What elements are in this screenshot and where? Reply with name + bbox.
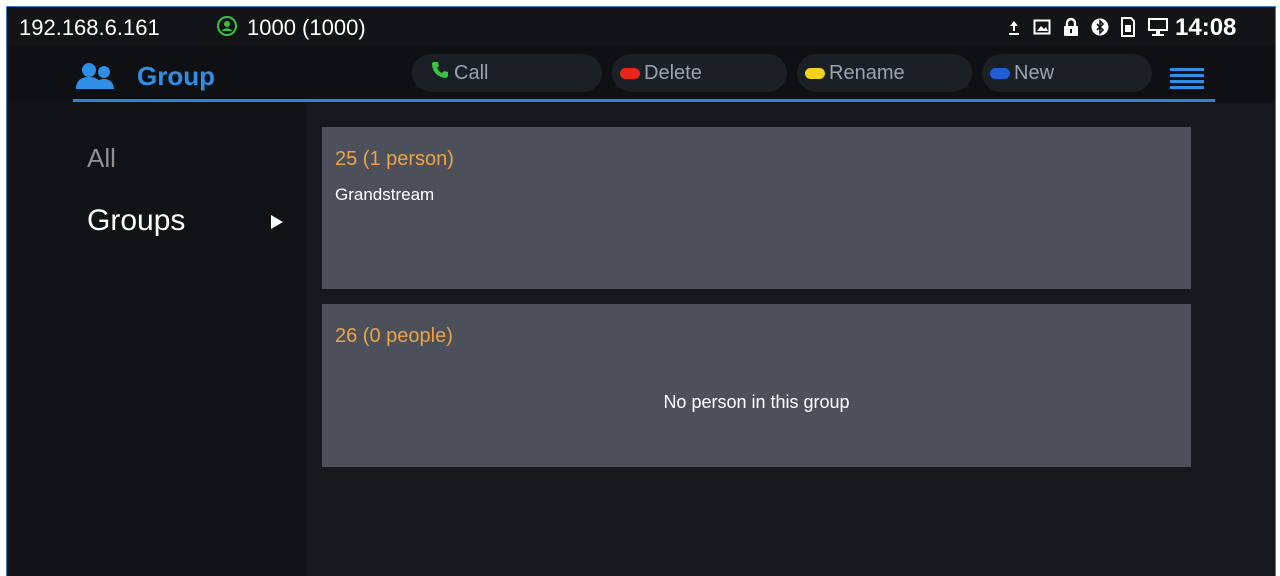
lock-icon <box>1063 17 1079 37</box>
clock: 14:08 <box>1175 14 1237 41</box>
red-key-indicator <box>620 67 640 79</box>
rename-button-label: Rename <box>829 61 905 84</box>
bluetooth-icon <box>1091 18 1109 36</box>
page-title: Group <box>137 61 215 91</box>
phone-screen: 192.168.6.161 1000 (1000) 14:08 Group Ca… <box>6 6 1276 576</box>
sim-icon <box>1121 17 1135 37</box>
upload-icon <box>1007 18 1021 36</box>
selected-arrow-icon <box>269 213 285 236</box>
network-icon <box>1147 17 1169 37</box>
sidebar: All Groups <box>7 103 307 576</box>
group-list: 25 (1 person) Grandstream 26 (0 people) … <box>307 103 1275 576</box>
call-button-label: Call <box>454 61 489 84</box>
group-title: 26 (0 people) <box>335 325 453 347</box>
account-label: 1000 (1000) <box>247 15 366 40</box>
app-header: Group Call Delete Rename New <box>7 45 1275 103</box>
new-button-label: New <box>1014 61 1055 84</box>
new-button[interactable]: New <box>982 54 1152 92</box>
delete-button[interactable]: Delete <box>612 54 787 92</box>
header-divider <box>73 99 1215 102</box>
blue-key-indicator <box>990 67 1010 79</box>
status-bar: 192.168.6.161 1000 (1000) 14:08 <box>7 7 1275 45</box>
account-status-icon <box>217 16 237 36</box>
image-icon <box>1033 18 1051 36</box>
status-icons <box>1007 16 1169 38</box>
group-card[interactable]: 26 (0 people) No person in this group <box>322 304 1191 467</box>
group-icon <box>73 61 129 96</box>
sidebar-item-all[interactable]: All <box>87 143 116 174</box>
phone-icon <box>430 60 450 86</box>
menu-icon[interactable] <box>1170 67 1204 91</box>
call-button[interactable]: Call <box>412 54 602 92</box>
empty-group-message: No person in this group <box>663 392 850 412</box>
rename-button[interactable]: Rename <box>797 54 972 92</box>
yellow-key-indicator <box>805 67 825 79</box>
sidebar-item-groups[interactable]: Groups <box>87 204 185 238</box>
group-title: 25 (1 person) <box>335 148 454 170</box>
group-member: Grandstream <box>335 185 435 204</box>
ip-address: 192.168.6.161 <box>19 15 160 40</box>
group-card[interactable]: 25 (1 person) Grandstream <box>322 127 1191 289</box>
delete-button-label: Delete <box>644 61 702 84</box>
